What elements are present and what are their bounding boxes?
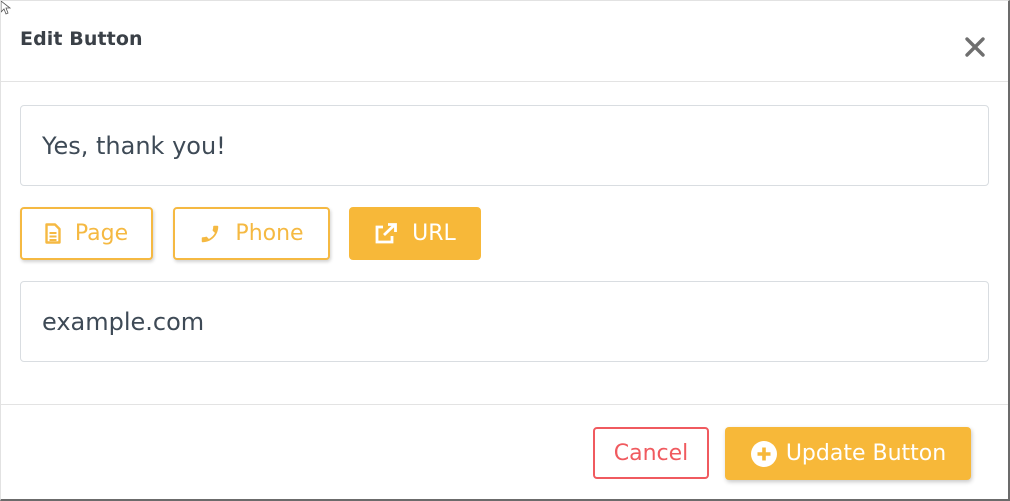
close-icon <box>965 37 985 57</box>
page-type-label: Page <box>74 221 129 246</box>
page-type-button[interactable]: Page <box>20 207 153 260</box>
cancel-button[interactable]: Cancel <box>593 427 709 479</box>
external-link-icon <box>375 222 398 243</box>
document-icon <box>45 223 61 244</box>
update-label: Update Button <box>785 441 947 466</box>
dialog-header: Edit Button <box>1 1 1008 82</box>
phone-type-button[interactable]: Phone <box>173 207 330 260</box>
close-button[interactable] <box>963 35 987 59</box>
update-button[interactable]: Update Button <box>725 427 971 480</box>
url-input[interactable] <box>20 281 989 362</box>
url-type-label: URL <box>412 221 456 246</box>
dialog-title: Edit Button <box>20 28 143 50</box>
edit-button-dialog: Edit Button Page Phone <box>0 0 1010 501</box>
dialog-footer: Cancel Update Button <box>1 404 1008 500</box>
phone-icon <box>202 225 219 242</box>
dialog-body: Page Phone URL <box>1 82 1008 404</box>
phone-type-label: Phone <box>235 221 304 246</box>
plus-circle-icon <box>750 440 777 467</box>
cancel-label: Cancel <box>613 440 689 466</box>
url-type-button[interactable]: URL <box>349 207 481 260</box>
button-label-input[interactable] <box>20 105 989 186</box>
